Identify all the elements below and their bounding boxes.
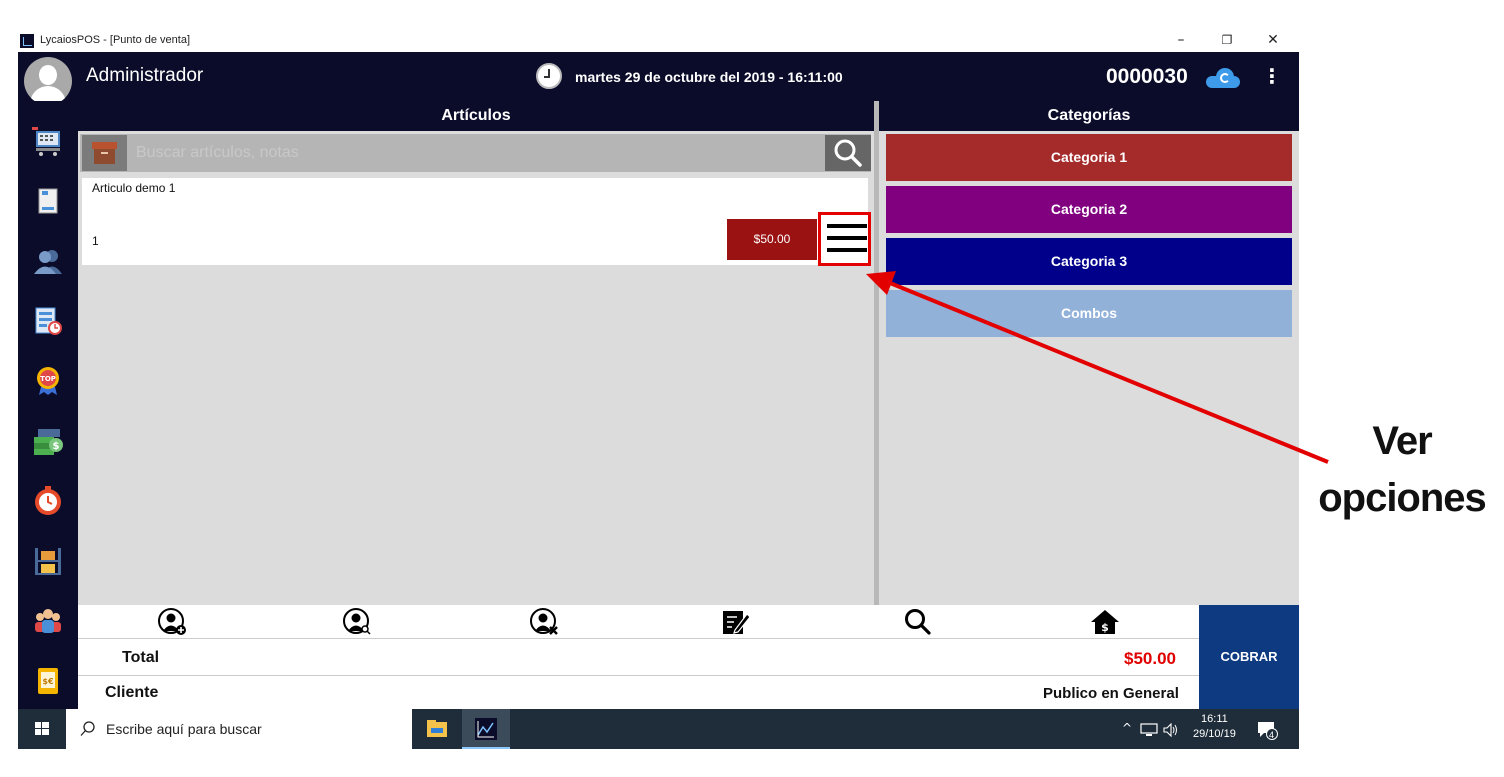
screenshot-stage: LycaiosPOS - [Punto de venta] – ❐ ✕ Admi…	[0, 0, 1504, 777]
annotation-line-1: Ver	[1372, 419, 1432, 463]
annotation-arrow	[866, 271, 1329, 464]
annotation-line-2: opciones	[1318, 476, 1487, 520]
annotation-label: Ver opciones	[1300, 413, 1504, 527]
